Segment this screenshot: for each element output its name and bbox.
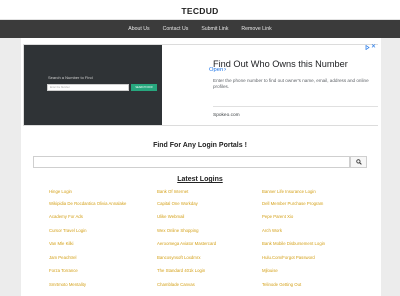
login-link[interactable]: Pepe Parent Xio bbox=[262, 214, 293, 219]
login-link[interactable]: Jam Peachtrel bbox=[49, 255, 76, 260]
login-link[interactable]: Forza Torrance bbox=[49, 268, 78, 273]
login-link[interactable]: Hinge Login bbox=[49, 189, 72, 194]
login-link[interactable]: Mjlouise bbox=[262, 268, 278, 273]
login-link[interactable]: Aeroomega Aviator Mastercard bbox=[157, 241, 216, 246]
login-link[interactable]: Bancosynsoft Loxdmrx bbox=[157, 255, 200, 260]
login-link[interactable]: Bank Of Internet bbox=[157, 189, 188, 194]
login-link[interactable]: Van Mle Kilki bbox=[49, 241, 74, 246]
login-link[interactable]: Smrtmoto Mentality bbox=[49, 282, 86, 287]
login-link[interactable]: Hulu.Com/Forgot Password bbox=[262, 255, 315, 260]
login-link[interactable]: Cursor Travel Login bbox=[49, 228, 87, 233]
login-link[interactable]: Chamblade Canvas bbox=[157, 282, 195, 287]
login-link[interactable]: Arch Work bbox=[262, 228, 282, 233]
login-link[interactable]: The Standard 401k Login bbox=[157, 268, 205, 273]
login-link[interactable]: Wex Online Shopping bbox=[157, 228, 198, 233]
login-link[interactable]: Academy For Ads bbox=[49, 214, 83, 219]
login-link[interactable]: Telinode Getting Out bbox=[262, 282, 301, 287]
login-link[interactable]: Ulike Webmail bbox=[157, 214, 184, 219]
login-link[interactable]: Capital One Workday bbox=[157, 201, 198, 206]
login-link[interactable]: Bank Mobile Disbursement Login bbox=[262, 241, 325, 246]
login-link[interactable]: Dell Member Purchase Program bbox=[262, 201, 323, 206]
login-link[interactable]: Wikipidia De Rocdantica Olivia Annalake bbox=[49, 201, 126, 206]
latest-logins-list: Hinge Login Bank Of Internet Banner Life… bbox=[0, 0, 400, 296]
login-link[interactable]: Banner Life Insurance Login bbox=[262, 189, 316, 194]
